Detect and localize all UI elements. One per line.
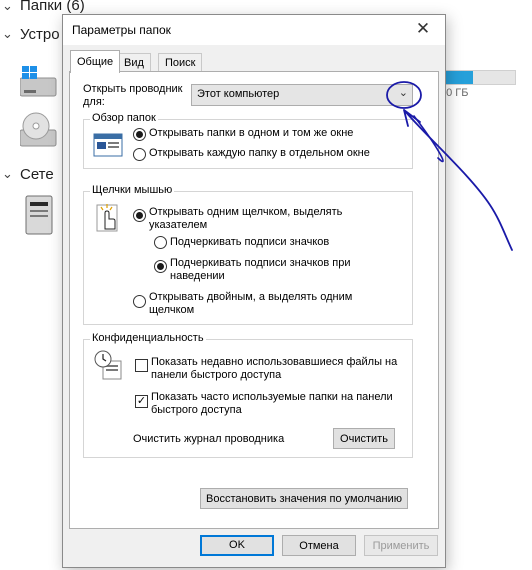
radio-new-window[interactable] (133, 148, 146, 161)
radio-single-click[interactable] (133, 209, 146, 222)
tab-search[interactable]: Поиск (158, 53, 203, 72)
folder-options-dialog: Параметры папок ✕ Общие Вид Поиск Открыт… (62, 14, 446, 568)
close-icon[interactable]: ✕ (401, 15, 445, 45)
radio-same-window[interactable] (133, 128, 146, 141)
clear-history-button[interactable]: Очистить (333, 428, 395, 449)
tab-view[interactable]: Вид (117, 53, 151, 72)
dvd-drive-icon[interactable] (20, 112, 60, 150)
folder-window-icon (93, 133, 123, 157)
underline-hover-label[interactable]: Подчеркивать подписи значков при наведен… (170, 257, 360, 283)
windows-drive-icon[interactable] (20, 66, 60, 100)
open-explorer-select[interactable]: Этот компьютер ⌄ (191, 84, 413, 106)
recent-files-label[interactable]: Показать недавно использовавшиеся файлы … (151, 356, 401, 382)
ok-button[interactable]: OK (200, 535, 274, 556)
double-click-label[interactable]: Открывать двойным, а выделять одним щелч… (149, 291, 361, 317)
browse-folders-title: Обзор папок (90, 112, 158, 125)
new-window-label[interactable]: Открывать каждую папку в отдельном окне (149, 147, 370, 160)
radio-underline-always[interactable] (154, 236, 167, 249)
recent-files-checkbox[interactable] (135, 359, 148, 372)
cancel-button[interactable]: Отмена (282, 535, 356, 556)
drive-usage-bar (436, 70, 516, 85)
folders-section-label[interactable]: Папки (6) (20, 0, 85, 14)
dialog-title: Параметры папок (72, 23, 171, 37)
clock-documents-icon (94, 350, 122, 380)
chevron-down-icon[interactable]: ⌄ (2, 166, 13, 182)
radio-double-click[interactable] (133, 295, 146, 308)
restore-defaults-button[interactable]: Восстановить значения по умолчанию (200, 488, 408, 509)
title-bar[interactable]: Параметры папок ✕ (63, 15, 445, 45)
clear-history-label: Очистить журнал проводника (133, 433, 285, 445)
mouse-clicks-title: Щелчки мышью (90, 184, 175, 197)
network-device-icon[interactable] (22, 190, 62, 238)
privacy-title: Конфиденциальность (90, 332, 206, 345)
same-window-label[interactable]: Открывать папки в одном и том же окне (149, 127, 353, 140)
devices-section-label[interactable]: Устро (20, 26, 60, 43)
chevron-down-icon[interactable]: ⌄ (2, 26, 13, 42)
underline-always-label[interactable]: Подчеркивать подписи значков (170, 236, 329, 249)
chevron-down-icon[interactable]: ⌄ (399, 86, 408, 99)
chevron-down-icon[interactable]: ⌄ (2, 0, 13, 14)
open-explorer-label: Открыть проводник для: (83, 83, 183, 108)
frequent-folders-label[interactable]: Показать часто используемые папки на пан… (151, 391, 401, 417)
frequent-folders-checkbox[interactable]: ✓ (135, 395, 148, 408)
apply-button[interactable]: Применить (364, 535, 438, 556)
radio-underline-hover[interactable] (154, 260, 167, 273)
single-click-label[interactable]: Открывать одним щелчком, выделять указат… (149, 206, 359, 232)
open-explorer-value: Этот компьютер (197, 88, 280, 100)
tab-general[interactable]: Общие (70, 50, 121, 73)
hand-pointer-icon (96, 204, 118, 232)
network-section-label[interactable]: Сете (20, 166, 54, 183)
